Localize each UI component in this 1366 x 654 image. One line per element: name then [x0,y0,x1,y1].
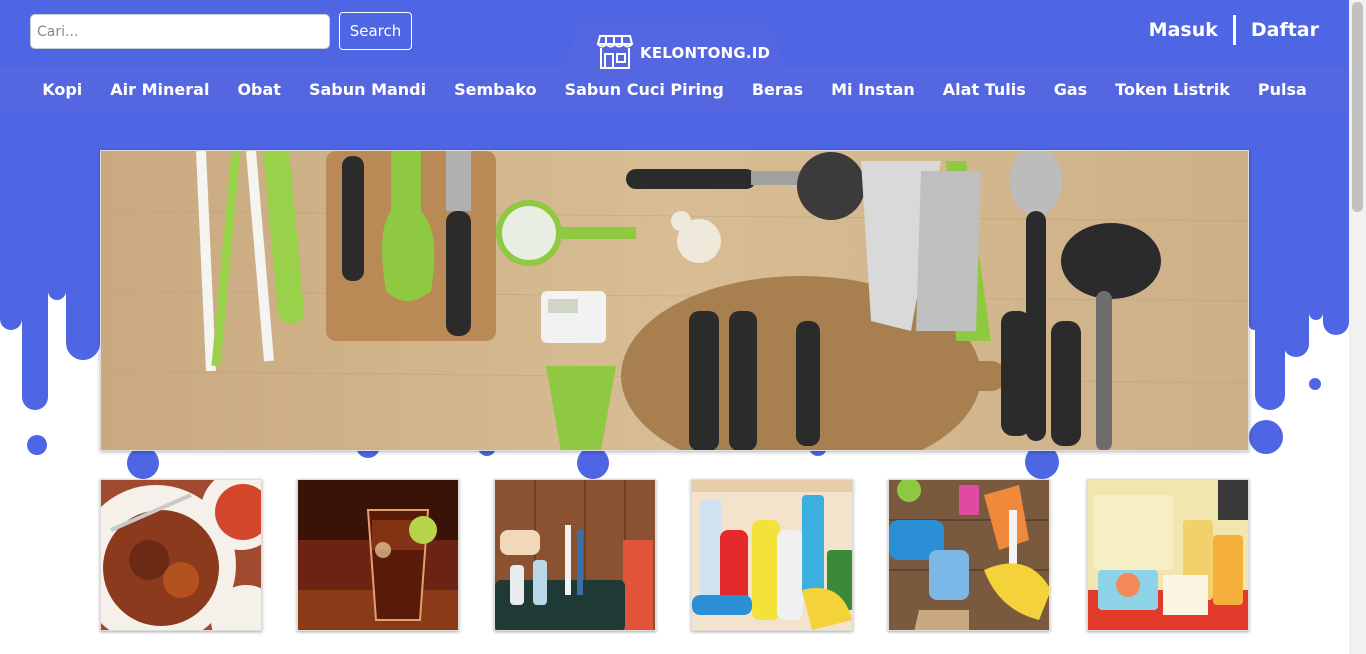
hero-banner[interactable] [100,150,1249,451]
tile-toiletries[interactable] [494,479,656,631]
nav-item-alat-tulis[interactable]: Alat Tulis [929,80,1040,99]
tile-iced-drink[interactable] [297,479,459,631]
category-nav: Kopi Air Mineral Obat Sabun Mandi Sembak… [0,66,1349,113]
search-button[interactable]: Search [339,12,412,50]
nav-item-token-listrik[interactable]: Token Listrik [1101,80,1244,99]
toiletries-photo [495,480,655,630]
nav-item-pulsa[interactable]: Pulsa [1244,80,1321,99]
page-scrollbar[interactable] [1349,0,1366,654]
cleaning-bottles-photo [692,480,852,630]
auth-links: Masuk Daftar [1149,15,1319,45]
login-link[interactable]: Masuk [1149,19,1218,41]
auth-divider [1232,15,1236,45]
tile-baby-care[interactable] [1087,479,1249,631]
tile-cleaning-tools[interactable] [888,479,1050,631]
product-tiles [100,479,1249,631]
nav-item-sabun-cuci-piring[interactable]: Sabun Cuci Piring [551,80,738,99]
baby-care-photo [1088,480,1248,630]
nav-item-sembako[interactable]: Sembako [440,80,551,99]
kitchen-utensils-photo [101,151,1248,450]
nav-item-obat[interactable]: Obat [223,80,295,99]
nav-item-sabun-mandi[interactable]: Sabun Mandi [295,80,440,99]
tile-food[interactable] [100,479,262,631]
food-photo [101,480,261,630]
nav-item-beras[interactable]: Beras [738,80,817,99]
tile-cleaning-bottles[interactable] [691,479,853,631]
scrollbar-thumb[interactable] [1352,2,1363,212]
iced-drink-photo [298,480,458,630]
cleaning-tools-photo [889,480,1049,630]
nav-item-gas[interactable]: Gas [1040,80,1101,99]
register-link[interactable]: Daftar [1251,19,1319,41]
nav-item-mi-instan[interactable]: Mi Instan [817,80,929,99]
nav-item-kopi[interactable]: Kopi [28,80,96,99]
logo-text: KELONTONG.ID [640,44,771,62]
nav-item-air-mineral[interactable]: Air Mineral [96,80,223,99]
search-input[interactable] [30,14,330,49]
